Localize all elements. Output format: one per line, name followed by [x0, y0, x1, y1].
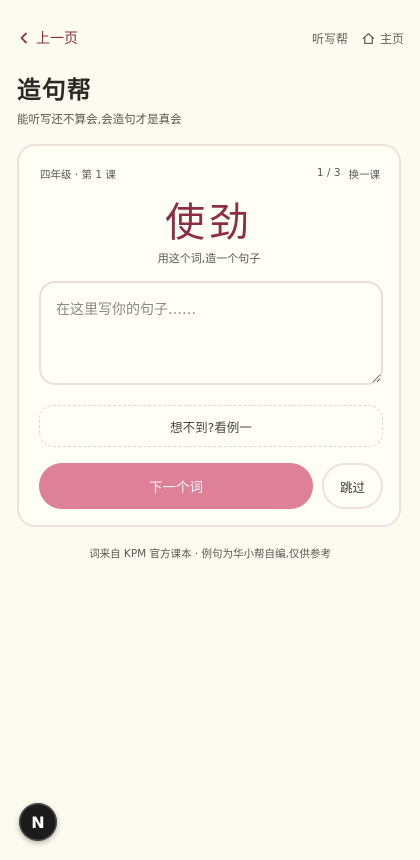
home-label: 主页 — [379, 31, 404, 46]
progress-indicator: 1 / 3 — [316, 167, 341, 179]
target-word: 使劲 — [165, 200, 253, 246]
sentence-card: 四年级 · 第 1 课 1 / 3 换一课 使劲 用这个词,造一个句子 想不到?… — [17, 144, 401, 527]
home-icon — [362, 32, 375, 44]
chevron-left-icon — [20, 32, 27, 44]
page-title: 造句帮 — [17, 76, 92, 104]
lesson-label: 四年级 · 第 1 课 — [40, 169, 116, 181]
sentence-input[interactable] — [41, 283, 381, 383]
sentence-input-wrapper — [39, 281, 383, 385]
switch-lesson-button[interactable]: 换一课 — [349, 167, 381, 182]
card-meta-right: 1 / 3 换一课 — [317, 167, 380, 182]
top-bar: 上一页 听写帮 主页 — [18, 27, 404, 49]
dictation-helper-link[interactable]: 听写帮 — [312, 30, 348, 47]
instruction-text: 用这个词,造一个句子 — [157, 252, 261, 265]
back-button[interactable]: 上一页 — [18, 28, 78, 48]
page-subtitle: 能听写还不算会,会造句才是真会 — [17, 112, 182, 126]
show-example-button[interactable]: 想不到?看例一 — [39, 405, 383, 447]
back-label: 上一页 — [36, 31, 78, 47]
dev-badge-button[interactable]: N — [19, 803, 57, 841]
next-word-button[interactable]: 下一个词 — [39, 463, 313, 509]
home-button[interactable]: 主页 — [362, 30, 404, 47]
top-right-links: 听写帮 主页 — [312, 30, 404, 47]
skip-button[interactable]: 跳过 — [322, 463, 383, 509]
source-note: 词来自 KPM 官方课本 · 例句为华小帮自编,仅供参考 — [89, 548, 331, 560]
